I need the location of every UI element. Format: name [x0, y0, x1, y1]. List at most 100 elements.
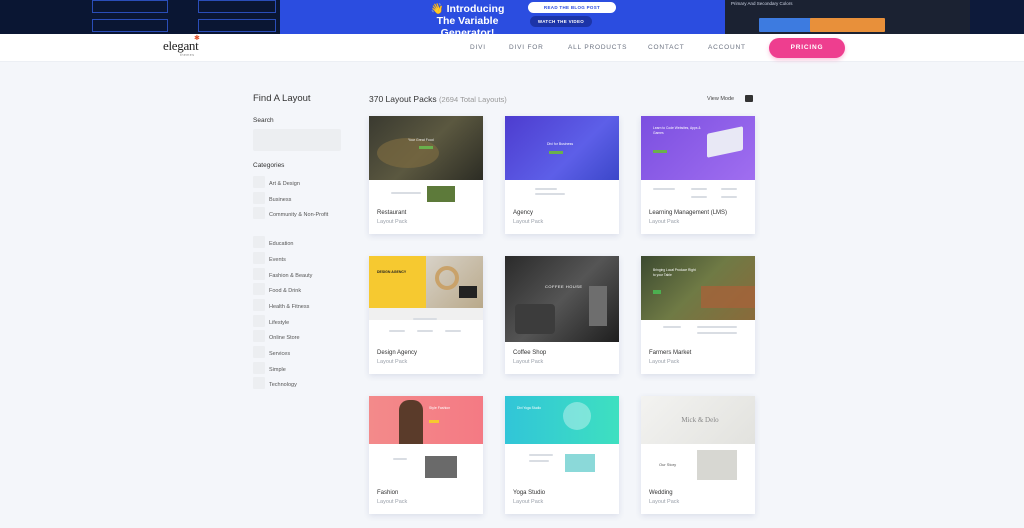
card-type: Layout Pack: [377, 219, 408, 225]
card-cta: [653, 290, 661, 294]
category-checkbox[interactable]: [253, 268, 265, 280]
total-layouts-count: (2694 Total Layouts): [438, 95, 507, 104]
watch-video-button[interactable]: WATCH THE VIDEO: [530, 16, 592, 27]
layout-card-fashion[interactable]: Style Fashion Fashion Layout Pack: [369, 396, 483, 514]
search-input[interactable]: [253, 129, 341, 151]
preview-line: [721, 196, 737, 198]
preview-heading: Our Story: [659, 462, 677, 467]
category-label: Community & Non-Profit: [269, 212, 329, 218]
banner-title-line2: The Variable Generator!: [436, 15, 499, 34]
category-checkbox[interactable]: [253, 192, 265, 204]
card-title: Learning Management (LMS): [649, 210, 728, 216]
category-checkbox[interactable]: [253, 283, 265, 295]
category-checkbox[interactable]: [253, 299, 265, 311]
coffee-machine: [515, 304, 555, 334]
preview-image: [697, 450, 737, 480]
card-preview-lower: Our Story: [641, 444, 755, 484]
nav-link-divi[interactable]: DIVI: [470, 44, 486, 51]
preview-line: [653, 188, 675, 190]
category-checkbox[interactable]: [253, 207, 265, 219]
produce-image: [701, 286, 755, 308]
preview-line: [417, 330, 433, 332]
card-preview-lower: [641, 180, 755, 206]
card-hero-text: Style Fashion: [429, 406, 451, 410]
category-label: Events: [269, 257, 286, 263]
layout-card-lms[interactable]: Learn to Code Websites, Apps & Games Lea…: [641, 116, 755, 234]
category-checkbox[interactable]: [253, 176, 265, 188]
card-cta: [429, 420, 439, 423]
category-label: Health & Fitness: [269, 304, 310, 310]
card-title: Design Agency: [377, 350, 418, 356]
layout-card-coffee-shop[interactable]: COFFEE HOUSE Coffee Shop Layout Pack: [505, 256, 619, 374]
preview-image: [565, 454, 595, 472]
pricing-button[interactable]: PRICING: [769, 38, 845, 58]
grinder: [589, 286, 607, 326]
category-label: Online Store: [269, 335, 300, 341]
category-checkbox[interactable]: [253, 362, 265, 374]
preview-line: [391, 192, 421, 194]
preview-line: [529, 460, 549, 462]
preview-line: [445, 330, 461, 332]
preview-line: [535, 193, 565, 195]
preview-cell: [92, 19, 168, 32]
card-title: Fashion: [377, 490, 399, 496]
card-hero-text: COFFEE HOUSE: [545, 284, 583, 289]
card-thumbnail: Style Fashion: [369, 396, 483, 444]
card-thumbnail: DESIGN AGENCY: [369, 256, 483, 320]
preview-image: [427, 186, 455, 202]
sidebar-title: Find A Layout: [253, 93, 311, 104]
card-preview-lower: [369, 318, 483, 346]
read-blog-post-button[interactable]: READ THE BLOG POST: [528, 2, 616, 13]
card-thumbnail: Mick & Delo: [641, 396, 755, 444]
layout-card-wedding[interactable]: Mick & Delo Our Story Wedding Layout Pac…: [641, 396, 755, 514]
layout-card-yoga-studio[interactable]: Divi Yoga Studio Yoga Studio Layout Pack: [505, 396, 619, 514]
category-checkbox[interactable]: [253, 346, 265, 358]
card-type: Layout Pack: [513, 499, 544, 505]
card-type: Layout Pack: [377, 499, 408, 505]
card-type: Layout Pack: [649, 359, 680, 365]
category-label: Services: [269, 351, 291, 357]
layout-packs-count: 370 Layout Packs: [369, 94, 437, 104]
banner-title: 👋 Introducing The Variable Generator!: [410, 3, 525, 34]
headphones-shape: [435, 266, 459, 290]
layout-card-restaurant[interactable]: Your Great Food Restaurant Layout Pack: [369, 116, 483, 234]
card-title: Coffee Shop: [513, 350, 547, 356]
view-mode-label[interactable]: View Mode: [707, 96, 734, 102]
category-label: Education: [269, 241, 294, 247]
preview-line: [691, 188, 707, 190]
category-checkbox[interactable]: [253, 377, 265, 389]
card-thumbnail: Your Great Food: [369, 116, 483, 180]
card-title: Yoga Studio: [513, 490, 546, 496]
layout-card-farmers-market[interactable]: Bringing Local Produce Right to your Tab…: [641, 256, 755, 374]
logo-star-icon: ✱: [194, 34, 200, 42]
category-checkbox[interactable]: [253, 252, 265, 264]
category-label: Fashion & Beauty: [269, 273, 313, 279]
orange-swatch: [810, 18, 885, 32]
card-type: Layout Pack: [513, 219, 544, 225]
preview-line: [663, 326, 681, 328]
main-nav: elegant ✱ themes DIVI DIVI FOR ALL PRODU…: [0, 34, 1024, 62]
card-preview-lower: [369, 444, 483, 484]
card-type: Layout Pack: [649, 499, 680, 505]
card-title: Restaurant: [377, 210, 407, 216]
card-thumbnail: Learn to Code Websites, Apps & Games: [641, 116, 755, 180]
category-checkbox[interactable]: [253, 330, 265, 342]
logo-subtext: themes: [180, 53, 195, 57]
elegant-themes-logo[interactable]: elegant ✱: [163, 34, 200, 54]
category-checkbox[interactable]: [253, 315, 265, 327]
card-preview-lower: [505, 444, 619, 484]
grid-view-icon[interactable]: [745, 95, 753, 102]
layout-card-design-agency[interactable]: DESIGN AGENCY Design Agency Layout Pack: [369, 256, 483, 374]
category-checkbox[interactable]: [253, 236, 265, 248]
nav-link-account[interactable]: ACCOUNT: [708, 44, 746, 51]
category-label: Lifestyle: [269, 320, 290, 326]
card-title: Wedding: [649, 490, 673, 496]
layout-card-agency[interactable]: Divi for Business Agency Layout Pack: [505, 116, 619, 234]
card-title: Farmers Market: [649, 350, 692, 356]
nav-link-contact[interactable]: CONTACT: [648, 44, 685, 51]
nav-link-all-products[interactable]: ALL PRODUCTS: [568, 44, 627, 51]
card-preview-lower: [641, 320, 755, 346]
promo-banner: 👋 Introducing The Variable Generator! RE…: [0, 0, 1024, 34]
nav-link-divi-for[interactable]: DIVI FOR: [509, 44, 544, 51]
preview-line: [697, 332, 737, 334]
